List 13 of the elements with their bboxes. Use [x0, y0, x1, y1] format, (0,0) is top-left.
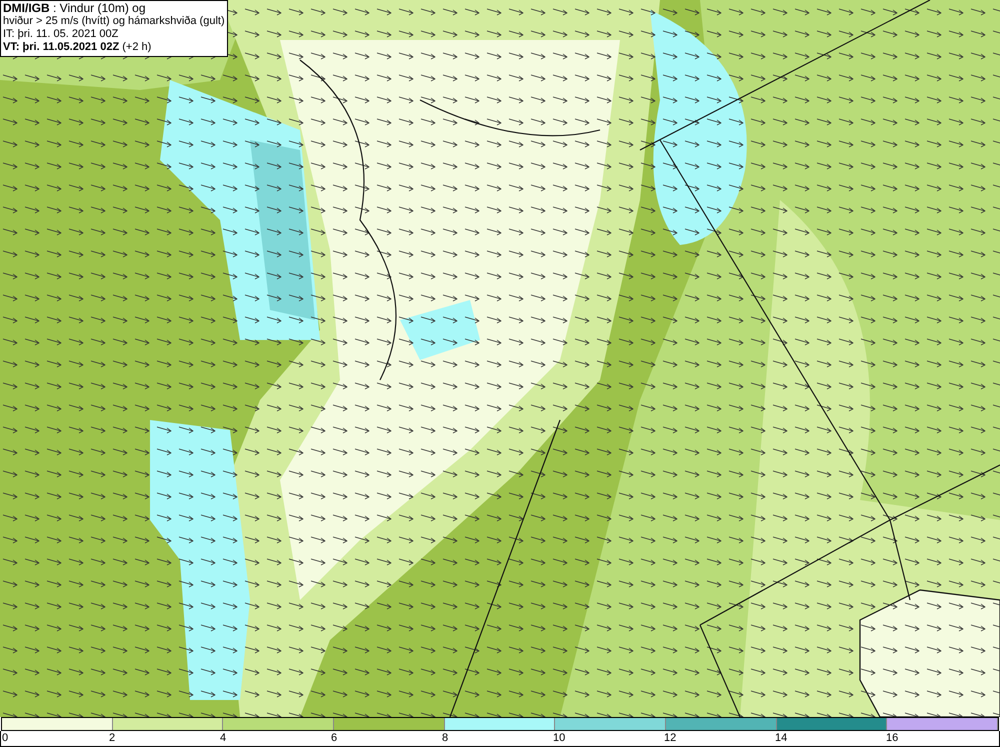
legend-text: IT: þri. 11. 05. 2021 00Z	[3, 28, 120, 41]
legend-text: VT: þri. 11.05.2021 02Z (+2 h)	[3, 41, 152, 54]
legend-text: hviður > 25 m/s (hvítt) og hámarkshviða (gult)	[3, 15, 224, 28]
tick-label: 0	[2, 732, 8, 744]
tick-label: 4	[220, 732, 226, 744]
tick-label: 14	[775, 732, 788, 744]
tick-label: 16	[886, 732, 898, 744]
tick-label: 2	[109, 732, 116, 744]
legend-text: DMI/IGB : Vindur (10m) og	[3, 2, 146, 15]
tick-label: 6	[331, 732, 338, 744]
tick-label: 8	[442, 732, 448, 744]
tick-label: 12	[664, 732, 676, 744]
tick-label: 10	[553, 732, 566, 744]
